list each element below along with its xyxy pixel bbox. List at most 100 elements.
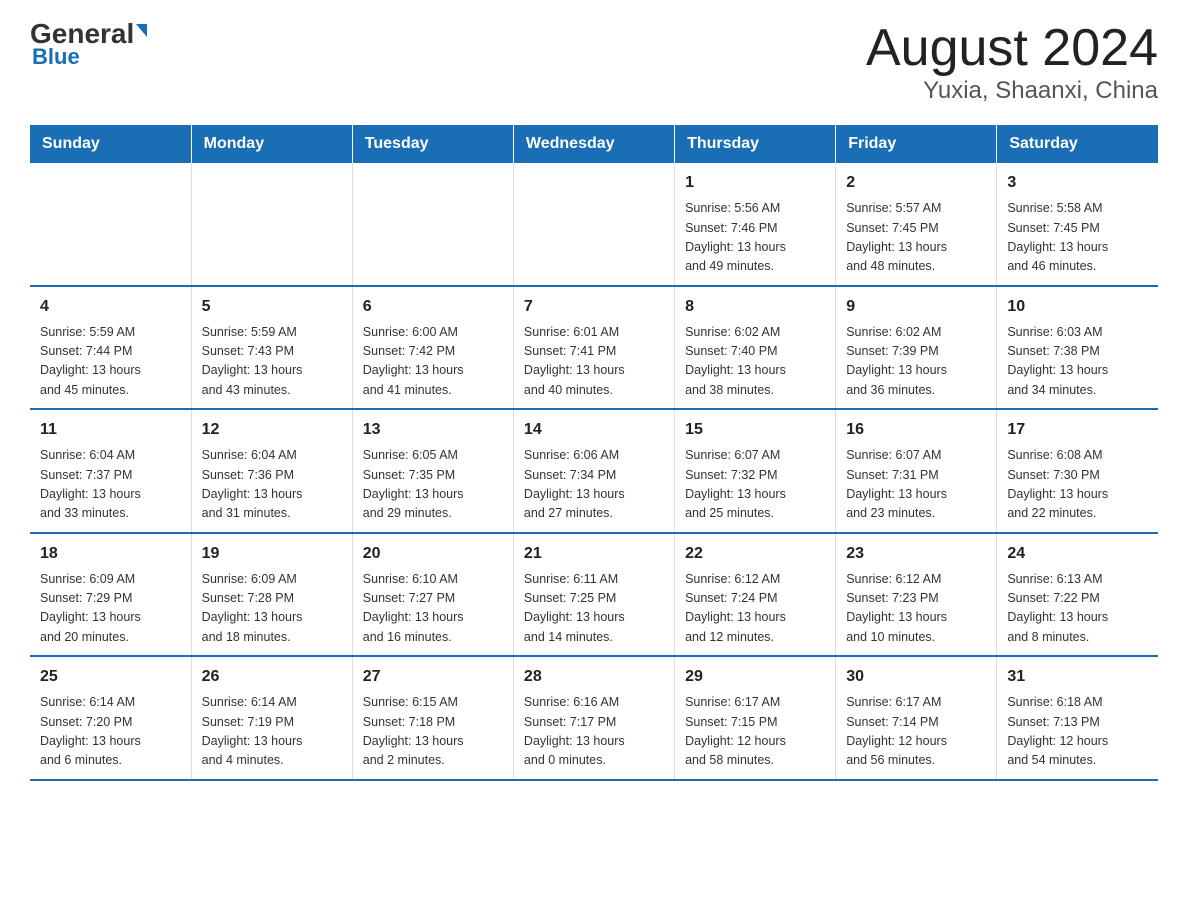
day-info: Sunrise: 6:00 AM Sunset: 7:42 PM Dayligh…: [363, 323, 503, 401]
day-number: 24: [1007, 542, 1148, 566]
calendar-table: Sunday Monday Tuesday Wednesday Thursday…: [30, 125, 1158, 781]
day-info: Sunrise: 5:56 AM Sunset: 7:46 PM Dayligh…: [685, 199, 825, 277]
calendar-cell: 2Sunrise: 5:57 AM Sunset: 7:45 PM Daylig…: [836, 163, 997, 286]
month-title: August 2024: [866, 20, 1158, 77]
day-number: 18: [40, 542, 181, 566]
calendar-cell: 11Sunrise: 6:04 AM Sunset: 7:37 PM Dayli…: [30, 409, 191, 533]
calendar-cell: [352, 163, 513, 286]
calendar-cell: 25Sunrise: 6:14 AM Sunset: 7:20 PM Dayli…: [30, 656, 191, 780]
logo: General Blue: [30, 20, 147, 70]
day-info: Sunrise: 6:09 AM Sunset: 7:28 PM Dayligh…: [202, 570, 342, 648]
calendar-cell: 19 Sunrise: 6:09 AM Sunset: 7:28 PM Dayli…: [191, 533, 352, 657]
calendar-cell: 16 Sunrise: 6:07 AM Sunset: 7:31 PM Dayli…: [836, 409, 997, 533]
day-info: Sunrise: 6:17 AM Sunset: 7:15 PM Dayligh…: [685, 693, 825, 771]
logo-blue: Blue: [30, 44, 147, 70]
day-info: Sunrise: 6:11 AM Sunset: 7:25 PM Dayligh…: [524, 570, 664, 648]
day-number: 31: [1007, 665, 1148, 689]
day-info: Sunrise: 6:04 AM Sunset: 7:36 PM Dayligh…: [202, 446, 342, 524]
calendar-cell: 20 Sunrise: 6:10 AM Sunset: 7:27 PM Dayli…: [352, 533, 513, 657]
calendar-cell: 29 Sunrise: 6:17 AM Sunset: 7:15 PM Dayli…: [675, 656, 836, 780]
calendar-cell: 4Sunrise: 5:59 AM Sunset: 7:44 PM Daylig…: [30, 286, 191, 410]
calendar-cell: 22 Sunrise: 6:12 AM Sunset: 7:24 PM Dayli…: [675, 533, 836, 657]
calendar-week-4: 18 Sunrise: 6:09 AM Sunset: 7:29 PM Dayli…: [30, 533, 1158, 657]
day-info: Sunrise: 6:09 AM Sunset: 7:29 PM Dayligh…: [40, 570, 181, 648]
calendar-cell: 14Sunrise: 6:06 AM Sunset: 7:34 PM Dayli…: [513, 409, 674, 533]
col-wednesday: Wednesday: [513, 125, 674, 163]
calendar-cell: 8Sunrise: 6:02 AM Sunset: 7:40 PM Daylig…: [675, 286, 836, 410]
calendar-cell: 26 Sunrise: 6:14 AM Sunset: 7:19 PM Dayli…: [191, 656, 352, 780]
calendar-week-3: 11Sunrise: 6:04 AM Sunset: 7:37 PM Dayli…: [30, 409, 1158, 533]
day-number: 15: [685, 418, 825, 442]
day-info: Sunrise: 6:14 AM Sunset: 7:20 PM Dayligh…: [40, 693, 181, 771]
calendar-week-1: 1 Sunrise: 5:56 AM Sunset: 7:46 PM Daylig…: [30, 163, 1158, 286]
col-friday: Friday: [836, 125, 997, 163]
day-info: Sunrise: 6:16 AM Sunset: 7:17 PM Dayligh…: [524, 693, 664, 771]
day-number: 10: [1007, 295, 1148, 319]
location-title: Yuxia, Shaanxi, China: [866, 77, 1158, 105]
day-number: 13: [363, 418, 503, 442]
day-info: Sunrise: 5:57 AM Sunset: 7:45 PM Dayligh…: [846, 199, 986, 277]
calendar-week-2: 4Sunrise: 5:59 AM Sunset: 7:44 PM Daylig…: [30, 286, 1158, 410]
col-monday: Monday: [191, 125, 352, 163]
calendar-cell: 30 Sunrise: 6:17 AM Sunset: 7:14 PM Dayli…: [836, 656, 997, 780]
day-number: 19: [202, 542, 342, 566]
day-info: Sunrise: 6:12 AM Sunset: 7:23 PM Dayligh…: [846, 570, 986, 648]
day-info: Sunrise: 6:18 AM Sunset: 7:13 PM Dayligh…: [1007, 693, 1148, 771]
col-saturday: Saturday: [997, 125, 1158, 163]
day-info: Sunrise: 6:03 AM Sunset: 7:38 PM Dayligh…: [1007, 323, 1148, 401]
day-number: 29: [685, 665, 825, 689]
title-block: August 2024 Yuxia, Shaanxi, China: [866, 20, 1158, 105]
calendar-cell: [30, 163, 191, 286]
calendar-cell: 5 Sunrise: 5:59 AM Sunset: 7:43 PM Daylig…: [191, 286, 352, 410]
calendar-cell: 27 Sunrise: 6:15 AM Sunset: 7:18 PM Dayli…: [352, 656, 513, 780]
header-row: Sunday Monday Tuesday Wednesday Thursday…: [30, 125, 1158, 163]
day-info: Sunrise: 6:13 AM Sunset: 7:22 PM Dayligh…: [1007, 570, 1148, 648]
calendar-cell: [191, 163, 352, 286]
calendar-cell: 13 Sunrise: 6:05 AM Sunset: 7:35 PM Dayli…: [352, 409, 513, 533]
day-number: 22: [685, 542, 825, 566]
day-number: 4: [40, 295, 181, 319]
day-info: Sunrise: 6:01 AM Sunset: 7:41 PM Dayligh…: [524, 323, 664, 401]
day-info: Sunrise: 6:02 AM Sunset: 7:40 PM Dayligh…: [685, 323, 825, 401]
calendar-week-5: 25Sunrise: 6:14 AM Sunset: 7:20 PM Dayli…: [30, 656, 1158, 780]
day-number: 27: [363, 665, 503, 689]
day-info: Sunrise: 6:02 AM Sunset: 7:39 PM Dayligh…: [846, 323, 986, 401]
calendar-cell: 21 Sunrise: 6:11 AM Sunset: 7:25 PM Dayli…: [513, 533, 674, 657]
day-info: Sunrise: 6:12 AM Sunset: 7:24 PM Dayligh…: [685, 570, 825, 648]
day-number: 23: [846, 542, 986, 566]
day-info: Sunrise: 6:10 AM Sunset: 7:27 PM Dayligh…: [363, 570, 503, 648]
day-info: Sunrise: 5:58 AM Sunset: 7:45 PM Dayligh…: [1007, 199, 1148, 277]
day-number: 9: [846, 295, 986, 319]
day-info: Sunrise: 6:17 AM Sunset: 7:14 PM Dayligh…: [846, 693, 986, 771]
day-info: Sunrise: 6:05 AM Sunset: 7:35 PM Dayligh…: [363, 446, 503, 524]
day-number: 6: [363, 295, 503, 319]
calendar-cell: [513, 163, 674, 286]
day-number: 30: [846, 665, 986, 689]
day-info: Sunrise: 6:06 AM Sunset: 7:34 PM Dayligh…: [524, 446, 664, 524]
calendar-cell: 15Sunrise: 6:07 AM Sunset: 7:32 PM Dayli…: [675, 409, 836, 533]
day-info: Sunrise: 5:59 AM Sunset: 7:43 PM Dayligh…: [202, 323, 342, 401]
day-number: 26: [202, 665, 342, 689]
day-number: 20: [363, 542, 503, 566]
col-sunday: Sunday: [30, 125, 191, 163]
calendar-cell: 18 Sunrise: 6:09 AM Sunset: 7:29 PM Dayli…: [30, 533, 191, 657]
day-info: Sunrise: 6:07 AM Sunset: 7:31 PM Dayligh…: [846, 446, 986, 524]
day-number: 21: [524, 542, 664, 566]
col-thursday: Thursday: [675, 125, 836, 163]
day-number: 1: [685, 171, 825, 195]
calendar-cell: 12 Sunrise: 6:04 AM Sunset: 7:36 PM Dayli…: [191, 409, 352, 533]
page-header: General Blue August 2024 Yuxia, Shaanxi,…: [30, 20, 1158, 105]
day-number: 3: [1007, 171, 1148, 195]
day-number: 28: [524, 665, 664, 689]
calendar-cell: 9 Sunrise: 6:02 AM Sunset: 7:39 PM Daylig…: [836, 286, 997, 410]
calendar-cell: 28 Sunrise: 6:16 AM Sunset: 7:17 PM Dayli…: [513, 656, 674, 780]
calendar-cell: 3 Sunrise: 5:58 AM Sunset: 7:45 PM Daylig…: [997, 163, 1158, 286]
day-info: Sunrise: 6:14 AM Sunset: 7:19 PM Dayligh…: [202, 693, 342, 771]
day-number: 7: [524, 295, 664, 319]
day-info: Sunrise: 6:08 AM Sunset: 7:30 PM Dayligh…: [1007, 446, 1148, 524]
day-number: 5: [202, 295, 342, 319]
day-info: Sunrise: 6:15 AM Sunset: 7:18 PM Dayligh…: [363, 693, 503, 771]
calendar-cell: 23 Sunrise: 6:12 AM Sunset: 7:23 PM Dayli…: [836, 533, 997, 657]
day-number: 12: [202, 418, 342, 442]
day-number: 16: [846, 418, 986, 442]
